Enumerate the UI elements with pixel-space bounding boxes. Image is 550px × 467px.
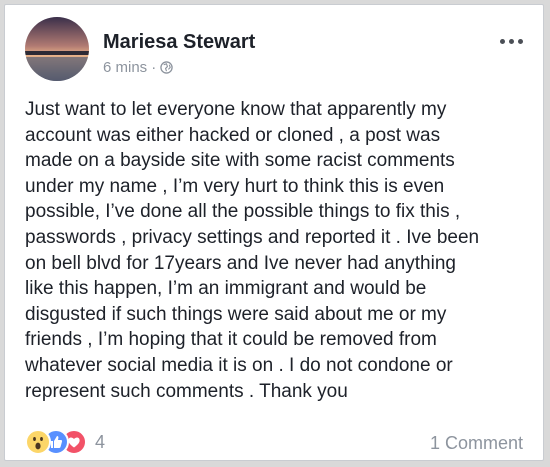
meta-separator: · [151,59,157,76]
post-time[interactable]: 6 mins [103,59,147,76]
post-card: Mariesa Stewart 6 mins · Just want to le… [4,4,544,461]
author-name[interactable]: Mariesa Stewart [103,31,255,54]
reaction-count[interactable]: 4 [95,432,105,453]
post-meta: 6 mins · [103,59,173,76]
reactions-bar[interactable]: 4 [25,429,105,455]
globe-icon[interactable] [160,61,173,74]
more-options-icon[interactable] [500,39,523,44]
wow-icon [25,429,51,455]
avatar[interactable] [25,17,89,81]
comments-link[interactable]: 1 Comment [430,433,523,454]
post-text: Just want to let everyone know that appa… [25,99,480,402]
